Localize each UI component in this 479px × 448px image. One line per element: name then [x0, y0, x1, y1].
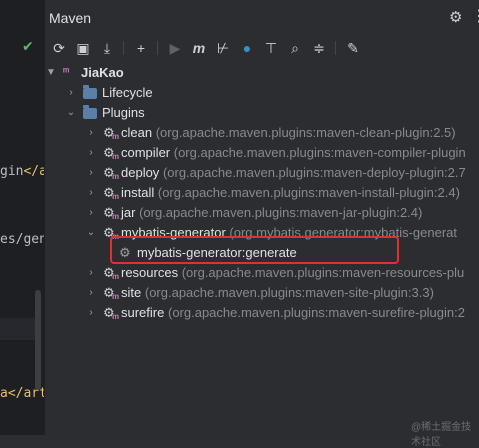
- chevron-right-icon[interactable]: ›: [85, 163, 97, 183]
- chevron-down-icon[interactable]: ⌄: [85, 223, 97, 243]
- plugin-coords: (org.apache.maven.plugins:maven-jar-plug…: [139, 205, 423, 220]
- chevron-right-icon[interactable]: ›: [85, 303, 97, 323]
- add-icon[interactable]: +: [131, 38, 151, 58]
- chevron-right-icon[interactable]: ›: [85, 123, 97, 143]
- maven-plugin-icon: ⚙ m: [103, 125, 120, 141]
- plugin-coords: (org.apache.maven.plugins:maven-deploy-p…: [162, 165, 466, 180]
- maven-plugin-icon: ⚙ m: [103, 285, 120, 301]
- maven-plugin-icon: ⚙ m: [103, 165, 120, 181]
- plugin-coords: (org.apache.maven.plugins:maven-resource…: [181, 265, 465, 280]
- plugin-name: install: [121, 185, 155, 200]
- watermark: @稀土掘金技术社区: [411, 422, 472, 448]
- check-icon: ✔: [22, 38, 34, 54]
- plugin-coords: (org.apache.maven.plugins:maven-site-plu…: [144, 285, 434, 300]
- chevron-right-icon[interactable]: ›: [65, 83, 77, 103]
- run-icon[interactable]: ▶: [165, 38, 185, 58]
- plugin-coords: (org.apache.maven.plugins:maven-compiler…: [173, 145, 466, 160]
- code-line: es/gen: [0, 232, 44, 247]
- chevron-right-icon[interactable]: ›: [85, 263, 97, 283]
- maven-project-icon: ᵐ: [63, 66, 70, 78]
- download-icon[interactable]: ⤓: [97, 38, 117, 58]
- chevron-right-icon[interactable]: ›: [85, 183, 97, 203]
- toolbar-separator: [335, 41, 336, 55]
- plugin-name: site: [121, 285, 142, 300]
- maven-plugin-icon: ⚙ m: [103, 185, 120, 201]
- maven-plugin-icon: ⚙ m: [103, 205, 120, 221]
- editor-scrollbar[interactable]: [35, 290, 41, 390]
- maven-plugin-icon: ⚙ m: [103, 305, 120, 321]
- more-vertical-icon[interactable]: ⋮: [471, 6, 479, 26]
- plugins-label: Plugins: [102, 105, 145, 120]
- plugin-name: surefire: [121, 305, 165, 320]
- code-line: gin</a: [0, 164, 44, 179]
- folder-icon: [83, 105, 97, 119]
- panel-title: Maven: [49, 10, 92, 26]
- chevron-down-icon[interactable]: ▼: [45, 63, 57, 83]
- plugin-name: jar: [121, 205, 136, 220]
- show-dependencies-icon[interactable]: ⊤: [261, 38, 281, 58]
- maven-plugin-icon: ⚙ m: [103, 145, 120, 161]
- execute-goal-icon[interactable]: m: [189, 38, 209, 58]
- chevron-right-icon[interactable]: ›: [85, 143, 97, 163]
- plugin-name: compiler: [121, 145, 171, 160]
- plugin-coords: (org.apache.maven.plugins:maven-clean-pl…: [155, 125, 456, 140]
- maven-panel: Maven ⚙ ⋮ ⟳ ▣ ⤓ + ▶ m ⊬ ● ⊤ ⌕ ≑ ✎ ▼ ᵐ Ji…: [45, 0, 479, 448]
- toolbar-separator: [123, 41, 124, 55]
- editor-strip: ✔ gin</a es/gen a</art: [0, 0, 44, 435]
- plugin-coords: (org.apache.maven.plugins:maven-install-…: [157, 185, 460, 200]
- gear-icon[interactable]: ⚙: [449, 8, 462, 26]
- refresh-icon[interactable]: ⟳: [49, 38, 69, 58]
- offline-mode-icon[interactable]: ●: [237, 38, 257, 58]
- highlight-box: [110, 236, 399, 264]
- current-line-highlight: [0, 318, 40, 340]
- plugin-name: clean: [121, 125, 153, 140]
- chevron-right-icon[interactable]: ›: [85, 203, 97, 223]
- project-label: JiaKao: [81, 65, 124, 80]
- plugin-name: resources: [121, 265, 179, 280]
- collapse-all-icon[interactable]: ≑: [309, 38, 329, 58]
- skip-tests-icon[interactable]: ⊬: [213, 38, 233, 58]
- panel-header: Maven ⚙ ⋮: [45, 0, 479, 34]
- maven-toolbar: ⟳ ▣ ⤓ + ▶ m ⊬ ● ⊤ ⌕ ≑ ✎: [45, 34, 479, 62]
- chevron-right-icon[interactable]: ›: [85, 283, 97, 303]
- generate-sources-icon[interactable]: ▣: [73, 38, 93, 58]
- maven-plugin-icon: ⚙ m: [103, 265, 120, 281]
- chevron-down-icon[interactable]: ⌄: [65, 103, 77, 123]
- folder-icon: [83, 85, 97, 99]
- wrench-icon[interactable]: ✎: [343, 38, 363, 58]
- plugin-coords: (org.apache.maven.plugins:maven-surefire…: [167, 305, 465, 320]
- plugin-name: deploy: [121, 165, 160, 180]
- toolbar-separator: [157, 41, 158, 55]
- search-icon[interactable]: ⌕: [285, 38, 305, 58]
- lifecycle-label: Lifecycle: [102, 85, 153, 100]
